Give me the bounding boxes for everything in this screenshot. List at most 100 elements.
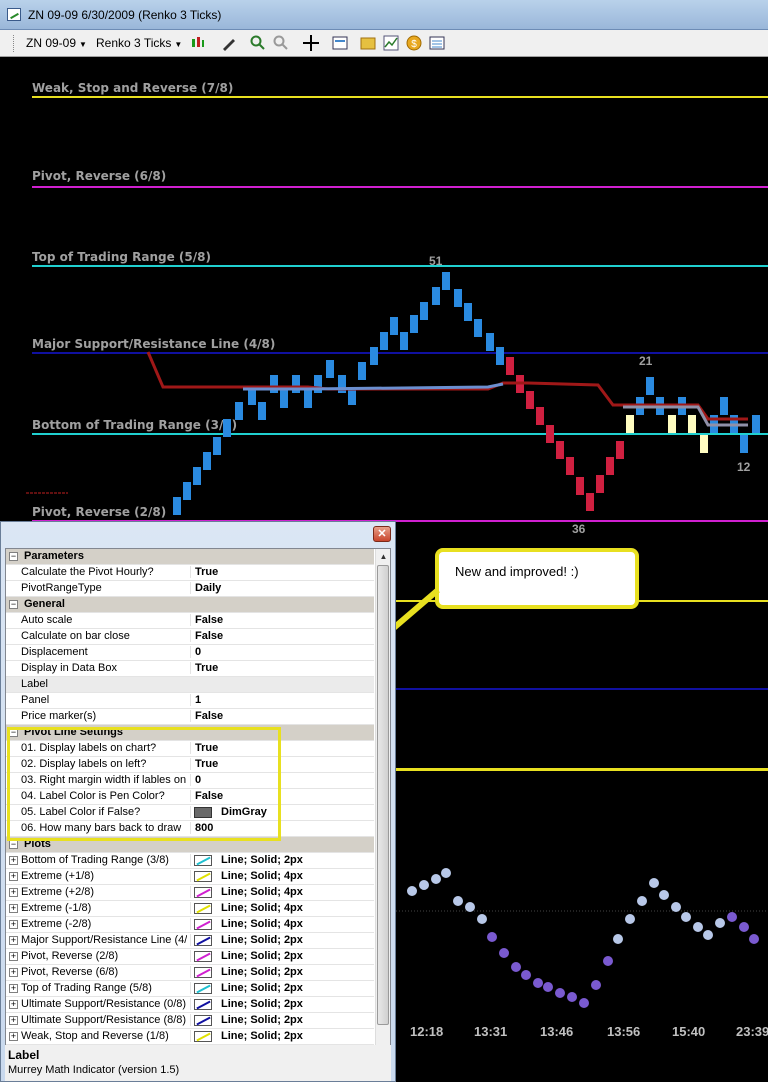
oscillator-dot (703, 930, 713, 940)
collapse-icon[interactable]: − (9, 552, 18, 561)
property-row[interactable]: Calculate the Pivot Hourly? True (6, 565, 374, 581)
renko-brick (432, 287, 440, 305)
data-box-icon[interactable] (332, 35, 348, 51)
expand-icon[interactable]: + (9, 1016, 18, 1025)
property-category[interactable]: − General (6, 597, 374, 613)
plot-row[interactable]: + Bottom of Trading Range (3/8) Line; Soli… (6, 853, 374, 869)
property-value[interactable]: Line; Solid; 2px (190, 854, 374, 866)
swing-label: 12 (737, 460, 751, 474)
property-value[interactable]: False (190, 710, 374, 722)
renko-brick (203, 452, 211, 470)
property-value[interactable]: Line; Solid; 4px (190, 918, 374, 930)
oscillator-dot (749, 934, 759, 944)
renko-brick (304, 390, 312, 408)
plot-row[interactable]: + Extreme (+1/8) Line; Solid; 4px (6, 869, 374, 885)
property-value[interactable]: Line; Solid; 2px (190, 934, 374, 946)
expand-icon[interactable]: + (9, 888, 18, 897)
zoom-in-icon[interactable] (250, 35, 266, 51)
time-axis-label: 13:31 (474, 1024, 508, 1039)
property-value[interactable]: Line; Solid; 4px (190, 886, 374, 898)
property-name: Calculate the Pivot Hourly? (21, 566, 154, 578)
plot-row[interactable]: + Extreme (-1/8) Line; Solid; 4px (6, 901, 374, 917)
property-name: Extreme (-2/8) (21, 918, 92, 930)
scroll-up-icon[interactable]: ▲ (376, 549, 390, 564)
highlight-box (7, 727, 281, 841)
property-value[interactable]: Line; Solid; 2px (190, 998, 374, 1010)
property-value[interactable]: True (190, 662, 374, 674)
property-row[interactable]: Label (6, 677, 374, 693)
period-selector[interactable]: Renko 3 Ticks ▼ (96, 34, 182, 53)
property-value[interactable]: Line; Solid; 4px (190, 870, 374, 882)
plot-row[interactable]: + Pivot, Reverse (6/8) Line; Solid; 2px (6, 965, 374, 981)
plot-row[interactable]: + Extreme (-2/8) Line; Solid; 4px (6, 917, 374, 933)
expand-icon[interactable]: + (9, 1032, 18, 1041)
expand-icon[interactable]: + (9, 920, 18, 929)
property-row[interactable]: Auto scale False (6, 613, 374, 629)
property-value[interactable]: Daily (190, 582, 374, 594)
renko-brick (183, 482, 191, 500)
draw-tool-icon[interactable] (221, 35, 237, 51)
property-value[interactable]: False (190, 614, 374, 626)
crosshair-icon[interactable] (303, 35, 319, 51)
plot-row[interactable]: + Top of Trading Range (5/8) Line; Solid; … (6, 981, 374, 997)
property-value[interactable]: False (190, 630, 374, 642)
property-category[interactable]: − Parameters (6, 549, 374, 565)
zoom-out-icon[interactable] (273, 35, 289, 51)
property-name: Label (21, 678, 48, 690)
indicator-icon[interactable] (383, 35, 399, 51)
property-name: Pivot, Reverse (2/8) (21, 950, 119, 962)
property-value[interactable]: Line; Solid; 2px (190, 1030, 374, 1042)
collapse-icon[interactable]: − (9, 840, 18, 849)
property-value[interactable]: Line; Solid; 2px (190, 966, 374, 978)
plot-row[interactable]: + Ultimate Support/Resistance (8/8) Line; … (6, 1013, 374, 1029)
property-row[interactable]: Displacement 0 (6, 645, 374, 661)
plot-row[interactable]: + Weak, Stop and Reverse (1/8) Line; Solid… (6, 1029, 374, 1045)
scroll-thumb[interactable] (377, 565, 389, 1025)
strategy-icon[interactable] (360, 35, 376, 51)
properties-icon[interactable] (429, 35, 445, 51)
property-value[interactable]: Line; Solid; 4px (190, 902, 374, 914)
collapse-icon[interactable]: − (9, 600, 18, 609)
oscillator-dot (453, 896, 463, 906)
scrollbar[interactable]: ▲ ▼ (375, 549, 390, 1063)
property-name: Auto scale (21, 614, 73, 626)
oscillator-dot (555, 988, 565, 998)
property-value[interactable]: Line; Solid; 2px (190, 982, 374, 994)
plot-row[interactable]: + Major Support/Resistance Line (4/8) Line… (6, 933, 374, 949)
renko-brick (464, 303, 472, 321)
property-value[interactable]: True (190, 566, 374, 578)
property-row[interactable]: Calculate on bar close False (6, 629, 374, 645)
coin-icon[interactable]: $ (406, 35, 422, 51)
property-value[interactable]: 0 (190, 646, 374, 658)
property-row[interactable]: Price marker(s) False (6, 709, 374, 725)
renko-brick (606, 457, 614, 475)
bar-style-icon[interactable] (190, 35, 206, 51)
plot-row[interactable]: + Extreme (+2/8) Line; Solid; 4px (6, 885, 374, 901)
instrument-selector[interactable]: ZN 09-09 ▼ (26, 34, 87, 53)
expand-icon[interactable]: + (9, 984, 18, 993)
expand-icon[interactable]: + (9, 936, 18, 945)
oscillator-dot (407, 886, 417, 896)
property-name: PivotRangeType (21, 582, 102, 594)
property-value[interactable]: Line; Solid; 2px (190, 1014, 374, 1026)
plot-row[interactable]: + Ultimate Support/Resistance (0/8) Line; … (6, 997, 374, 1013)
oscillator-dot (693, 922, 703, 932)
expand-icon[interactable]: + (9, 904, 18, 913)
expand-icon[interactable]: + (9, 952, 18, 961)
expand-icon[interactable]: + (9, 856, 18, 865)
property-row[interactable]: Panel 1 (6, 693, 374, 709)
close-button[interactable]: ✕ (373, 526, 391, 542)
plot-row[interactable]: + Pivot, Reverse (2/8) Line; Solid; 2px (6, 949, 374, 965)
property-row[interactable]: PivotRangeType Daily (6, 581, 374, 597)
period-label: Renko 3 Ticks (96, 36, 172, 50)
oscillator-dot (739, 922, 749, 932)
expand-icon[interactable]: + (9, 968, 18, 977)
property-value[interactable]: Line; Solid; 2px (190, 950, 374, 962)
oscillator-dot (533, 978, 543, 988)
property-value[interactable]: 1 (190, 694, 374, 706)
expand-icon[interactable]: + (9, 872, 18, 881)
expand-icon[interactable]: + (9, 1000, 18, 1009)
property-row[interactable]: Display in Data Box True (6, 661, 374, 677)
renko-brick (556, 441, 564, 459)
toolbar-grip[interactable] (13, 35, 16, 52)
